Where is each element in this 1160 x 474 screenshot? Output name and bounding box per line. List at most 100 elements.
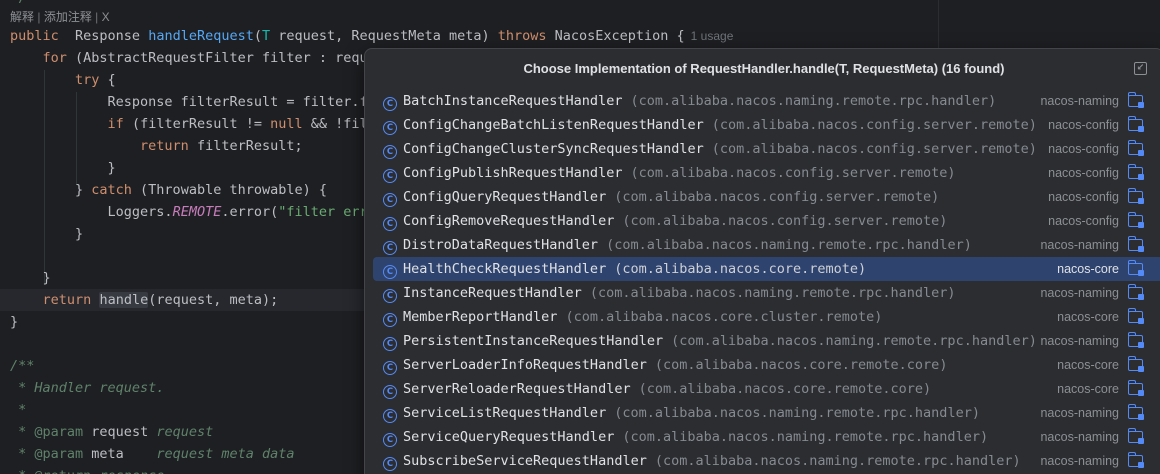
code-line[interactable]: public Response handleRequest(T request,… — [10, 25, 733, 47]
implementation-item[interactable]: C ConfigRemoveRequestHandler (com.alibaba.… — [373, 209, 1160, 233]
code-token: response — [91, 468, 164, 474]
module-name: nacos-core — [1057, 382, 1119, 396]
module-name: nacos-naming — [1040, 334, 1119, 348]
implementation-item[interactable]: C BatchInstanceRequestHandler (com.alibaba… — [373, 89, 1160, 113]
package-name: (com.alibaba.nacos.config.server.remote) — [630, 165, 956, 181]
code-token: * Handler request. — [10, 380, 165, 396]
implementation-list: C BatchInstanceRequestHandler (com.alibaba… — [373, 89, 1160, 473]
implementation-item[interactable]: C ServiceListRequestHandler (com.alibaba.n… — [373, 401, 1160, 425]
implementation-item[interactable]: C HealthCheckRequestHandler (com.alibaba.n… — [373, 257, 1160, 281]
code-line[interactable]: } — [10, 223, 83, 245]
code-token: catch — [91, 182, 132, 198]
code-token: * — [10, 424, 35, 440]
close-hint-button[interactable]: X — [102, 10, 110, 24]
open-in-find-tool-icon[interactable]: ↙ — [1134, 62, 1147, 75]
implementation-item[interactable]: C PersistentInstanceRequestHandler (com.al… — [373, 329, 1160, 353]
code-line[interactable]: for (AbstractRequestFilter filter : requ… — [10, 47, 376, 69]
class-name: DistroDataRequestHandler — [403, 237, 599, 253]
class-name: ConfigPublishRequestHandler — [403, 165, 623, 181]
module-folder-icon — [1128, 284, 1144, 300]
module-name: nacos-config — [1048, 166, 1119, 180]
explain-link[interactable]: 解释 — [10, 10, 34, 24]
class-icon: C — [383, 313, 397, 327]
code-token: Response filterResult = filter.fi — [10, 94, 376, 110]
code-line[interactable]: if (filterResult != null && !filt — [10, 113, 376, 135]
class-name: ConfigRemoveRequestHandler — [403, 213, 615, 229]
code-line[interactable]: * @return response — [10, 465, 164, 474]
code-token: null — [270, 116, 303, 132]
add-comment-link[interactable]: 添加注释 — [44, 10, 92, 24]
code-line[interactable]: } — [10, 311, 18, 333]
code-token: meta — [83, 446, 157, 462]
module-folder-icon — [1128, 140, 1144, 156]
code-token: public — [10, 28, 59, 44]
code-token: throws — [497, 28, 547, 44]
code-line[interactable]: } — [10, 157, 116, 179]
code-token: @return — [34, 468, 91, 474]
module-folder-icon — [1128, 164, 1144, 180]
code-token: (Throwable throwable) { — [131, 182, 327, 198]
comment-end: */ — [10, 0, 26, 6]
implementation-item[interactable]: C InstanceRequestHandler (com.alibaba.naco… — [373, 281, 1160, 305]
code-token: @param — [34, 446, 84, 462]
code-line[interactable]: } catch (Throwable throwable) { — [10, 179, 327, 201]
implementation-item[interactable]: C ConfigPublishRequestHandler (com.alibaba… — [373, 161, 1160, 185]
code-token: (filterResult != — [123, 116, 271, 132]
class-name: SubscribeServiceRequestHandler — [403, 453, 647, 469]
code-token: @param — [34, 424, 84, 440]
code-line[interactable]: } — [10, 267, 51, 289]
class-icon: C — [383, 121, 397, 135]
code-token: filterResult; — [188, 138, 303, 154]
implementation-item[interactable]: C ServerReloaderRequestHandler (com.alibab… — [373, 377, 1160, 401]
implementation-item[interactable]: C SubscribeServiceRequestHandler (com.alib… — [373, 449, 1160, 473]
code-line[interactable]: * @param meta request meta data — [10, 443, 294, 465]
module-name: nacos-naming — [1040, 94, 1119, 108]
module-folder-icon — [1128, 212, 1144, 228]
code-line[interactable]: try { — [10, 69, 116, 91]
code-token: { — [99, 72, 116, 88]
module-folder-icon — [1128, 428, 1144, 444]
code-line[interactable]: * @param request request — [10, 421, 213, 443]
class-icon: C — [383, 241, 397, 255]
code-token: return — [140, 138, 189, 154]
code-token: REMOTE — [172, 204, 222, 220]
code-line[interactable]: return filterResult; — [10, 135, 303, 157]
module-name: nacos-config — [1048, 214, 1119, 228]
code-line[interactable]: * — [10, 399, 26, 421]
package-name: (com.alibaba.nacos.naming.remote.rpc.han… — [671, 333, 1037, 349]
class-icon: C — [383, 337, 397, 351]
code-line[interactable]: Loggers.REMOTE.error("filter erro — [10, 201, 376, 223]
module-name: nacos-naming — [1040, 406, 1119, 420]
implementation-item[interactable]: C ConfigQueryRequestHandler (com.alibaba.n… — [373, 185, 1160, 209]
package-name: (com.alibaba.nacos.naming.remote.rpc.han… — [589, 285, 956, 301]
class-icon: C — [383, 385, 397, 399]
implementation-item[interactable]: C DistroDataRequestHandler (com.alibaba.na… — [373, 233, 1160, 257]
implementation-item[interactable]: C ServiceQueryRequestHandler (com.alibaba.… — [373, 425, 1160, 449]
code-token: (AbstractRequestFilter filter : reque — [66, 50, 376, 66]
module-folder-icon — [1128, 308, 1144, 324]
code-line[interactable]: /** — [10, 355, 34, 377]
inline-actions-hint: 解释 | 添加注释 | X — [10, 10, 110, 24]
module-folder-icon — [1128, 188, 1144, 204]
module-name: nacos-core — [1057, 262, 1119, 276]
class-name: BatchInstanceRequestHandler — [403, 93, 623, 109]
implementation-item[interactable]: C ConfigChangeClusterSyncRequestHandler (c… — [373, 137, 1160, 161]
class-name: ConfigChangeClusterSyncRequestHandler — [403, 141, 704, 157]
code-line[interactable]: * Handler request. — [10, 377, 164, 399]
package-name: (com.alibaba.nacos.naming.remote.rpc.han… — [614, 405, 980, 421]
class-icon: C — [383, 265, 397, 279]
class-icon: C — [383, 433, 397, 447]
usage-count-hint[interactable]: 1 usage — [691, 29, 734, 43]
highlighted-symbol: handle — [99, 292, 149, 308]
package-name: (com.alibaba.nacos.core.remote.core) — [654, 357, 948, 373]
code-token: handleRequest — [148, 28, 254, 44]
implementation-item[interactable]: C MemberReportHandler (com.alibaba.nacos.c… — [373, 305, 1160, 329]
class-icon: C — [383, 97, 397, 111]
code-token: } — [10, 226, 84, 242]
implementation-item[interactable]: C ServerLoaderInfoRequestHandler (com.alib… — [373, 353, 1160, 377]
code-line[interactable]: Response filterResult = filter.fi — [10, 91, 376, 113]
module-name: nacos-naming — [1040, 286, 1119, 300]
implementation-item[interactable]: C ConfigChangeBatchListenRequestHandler (c… — [373, 113, 1160, 137]
